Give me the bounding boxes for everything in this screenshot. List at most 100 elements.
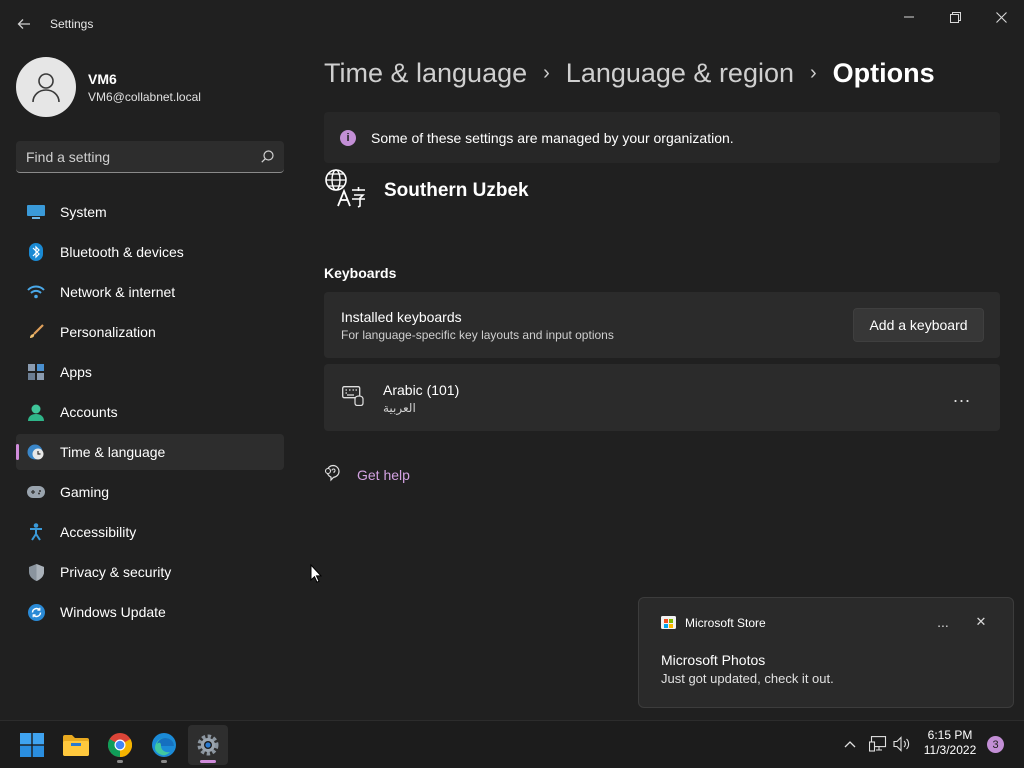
more-icon: ... <box>952 385 971 406</box>
volume-tray-button[interactable] <box>891 733 913 755</box>
sidebar-item-accessibility[interactable]: Accessibility <box>16 514 284 550</box>
accounts-person-icon <box>26 402 46 422</box>
restore-icon <box>949 11 961 23</box>
taskbar-edge[interactable] <box>144 725 184 765</box>
chevron-right-icon: › <box>810 62 817 84</box>
start-button[interactable] <box>12 725 52 765</box>
chevron-up-icon <box>844 741 856 748</box>
taskbar-chrome[interactable] <box>100 725 140 765</box>
back-button[interactable] <box>12 12 36 36</box>
keyboards-section-title: Keyboards <box>324 265 397 281</box>
sidebar-item-windows-update[interactable]: Windows Update <box>16 594 284 630</box>
clock-time: 6:15 PM <box>927 728 973 742</box>
toast-close-button[interactable]: ✕ <box>971 612 991 632</box>
search-icon <box>261 150 274 163</box>
taskbar <box>0 720 1024 768</box>
clock-globe-icon <box>26 442 46 462</box>
sidebar-item-network[interactable]: Network & internet <box>16 274 284 310</box>
toast-notification[interactable]: Microsoft Store ... ✕ Microsoft Photos J… <box>638 597 1014 708</box>
sidebar-nav: System Bluetooth & devices Network & int… <box>16 194 284 634</box>
chevron-right-icon: › <box>543 62 550 84</box>
close-icon <box>995 11 1007 23</box>
restore-button[interactable] <box>935 6 975 28</box>
language-icon <box>324 168 366 213</box>
keyboard-icon <box>342 386 364 411</box>
sidebar-item-bluetooth[interactable]: Bluetooth & devices <box>16 234 284 270</box>
network-tray-button[interactable] <box>867 733 889 755</box>
get-help-label: Get help <box>357 466 410 483</box>
toast-app-header: Microsoft Store <box>661 614 766 632</box>
taskbar-clock[interactable]: 6:15 PM 11/3/2022 <box>920 728 980 758</box>
profile-name: VM6 <box>88 70 117 87</box>
sidebar-item-personalization[interactable]: Personalization <box>16 314 284 350</box>
help-icon <box>324 464 342 485</box>
sidebar-item-time-language[interactable]: Time & language <box>16 434 284 470</box>
get-help-link[interactable]: Get help <box>324 464 410 485</box>
update-icon <box>26 602 46 622</box>
more-icon: ... <box>937 614 949 630</box>
settings-icon <box>197 734 219 756</box>
microsoft-store-icon <box>661 614 676 632</box>
person-icon <box>32 73 60 103</box>
breadcrumb-language-region[interactable]: Language & region <box>566 58 794 89</box>
toast-body: Just got updated, check it out. <box>661 671 834 686</box>
chrome-icon <box>108 733 132 757</box>
file-explorer-icon <box>63 735 89 756</box>
mouse-cursor-icon <box>310 563 323 588</box>
sidebar-item-gaming[interactable]: Gaming <box>16 474 284 510</box>
sidebar-item-privacy[interactable]: Privacy & security <box>16 554 284 590</box>
installed-keyboards-card: Installed keyboards For language-specifi… <box>324 292 1000 358</box>
network-icon <box>869 736 887 752</box>
active-indicator <box>200 760 216 763</box>
installed-keyboards-title: Installed keyboards <box>341 309 462 325</box>
arrow-left-icon <box>17 19 30 29</box>
add-keyboard-button[interactable]: Add a keyboard <box>853 308 984 342</box>
gamepad-icon <box>26 482 46 502</box>
keyboard-native-name: العربية <box>383 401 416 415</box>
breadcrumb-time-language[interactable]: Time & language <box>324 58 527 89</box>
sidebar-item-apps[interactable]: Apps <box>16 354 284 390</box>
show-hidden-icons-button[interactable] <box>839 733 861 755</box>
bluetooth-icon <box>26 242 46 262</box>
avatar <box>16 57 76 117</box>
shield-icon <box>26 562 46 582</box>
app-title: Settings <box>50 17 94 31</box>
edge-icon <box>152 733 176 757</box>
toast-title: Microsoft Photos <box>661 652 766 668</box>
managed-info-bar: i Some of these settings are managed by … <box>324 112 1000 163</box>
close-button[interactable] <box>981 6 1021 28</box>
volume-icon <box>893 736 910 752</box>
minimize-icon <box>904 16 914 18</box>
wifi-icon <box>26 282 46 302</box>
running-indicator <box>161 760 167 763</box>
start-icon <box>20 733 44 757</box>
taskbar-file-explorer[interactable] <box>56 725 96 765</box>
taskbar-settings[interactable] <box>188 725 228 765</box>
brush-icon <box>26 322 46 342</box>
keyboard-more-button[interactable]: ... <box>948 384 976 408</box>
toast-app-name: Microsoft Store <box>685 616 766 630</box>
toast-more-button[interactable]: ... <box>931 612 955 632</box>
keyboard-name: Arabic (101) <box>383 382 460 398</box>
notification-badge[interactable]: 3 <box>987 736 1004 753</box>
keyboard-list-item[interactable]: Arabic (101) العربية ... <box>324 364 1000 431</box>
close-icon: ✕ <box>975 614 987 629</box>
search-placeholder: Find a setting <box>26 148 111 165</box>
profile-email: VM6@collabnet.local <box>88 89 201 104</box>
system-icon <box>26 202 46 222</box>
language-header: Southern Uzbek <box>324 168 529 213</box>
language-name: Southern Uzbek <box>384 179 529 201</box>
clock-date: 11/3/2022 <box>923 743 977 757</box>
info-text: Some of these settings are managed by yo… <box>371 129 734 146</box>
search-input[interactable]: Find a setting <box>16 141 284 173</box>
sidebar-item-accounts[interactable]: Accounts <box>16 394 284 430</box>
user-profile[interactable]: VM6 VM6@collabnet.local <box>16 57 201 117</box>
info-icon: i <box>340 129 356 146</box>
sidebar-item-system[interactable]: System <box>16 194 284 230</box>
accessibility-icon <box>26 522 46 542</box>
running-indicator <box>117 760 123 763</box>
installed-keyboards-desc: For language-specific key layouts and in… <box>341 328 614 342</box>
title-bar: Settings <box>0 0 1024 48</box>
minimize-button[interactable] <box>889 6 929 28</box>
apps-icon <box>26 362 46 382</box>
